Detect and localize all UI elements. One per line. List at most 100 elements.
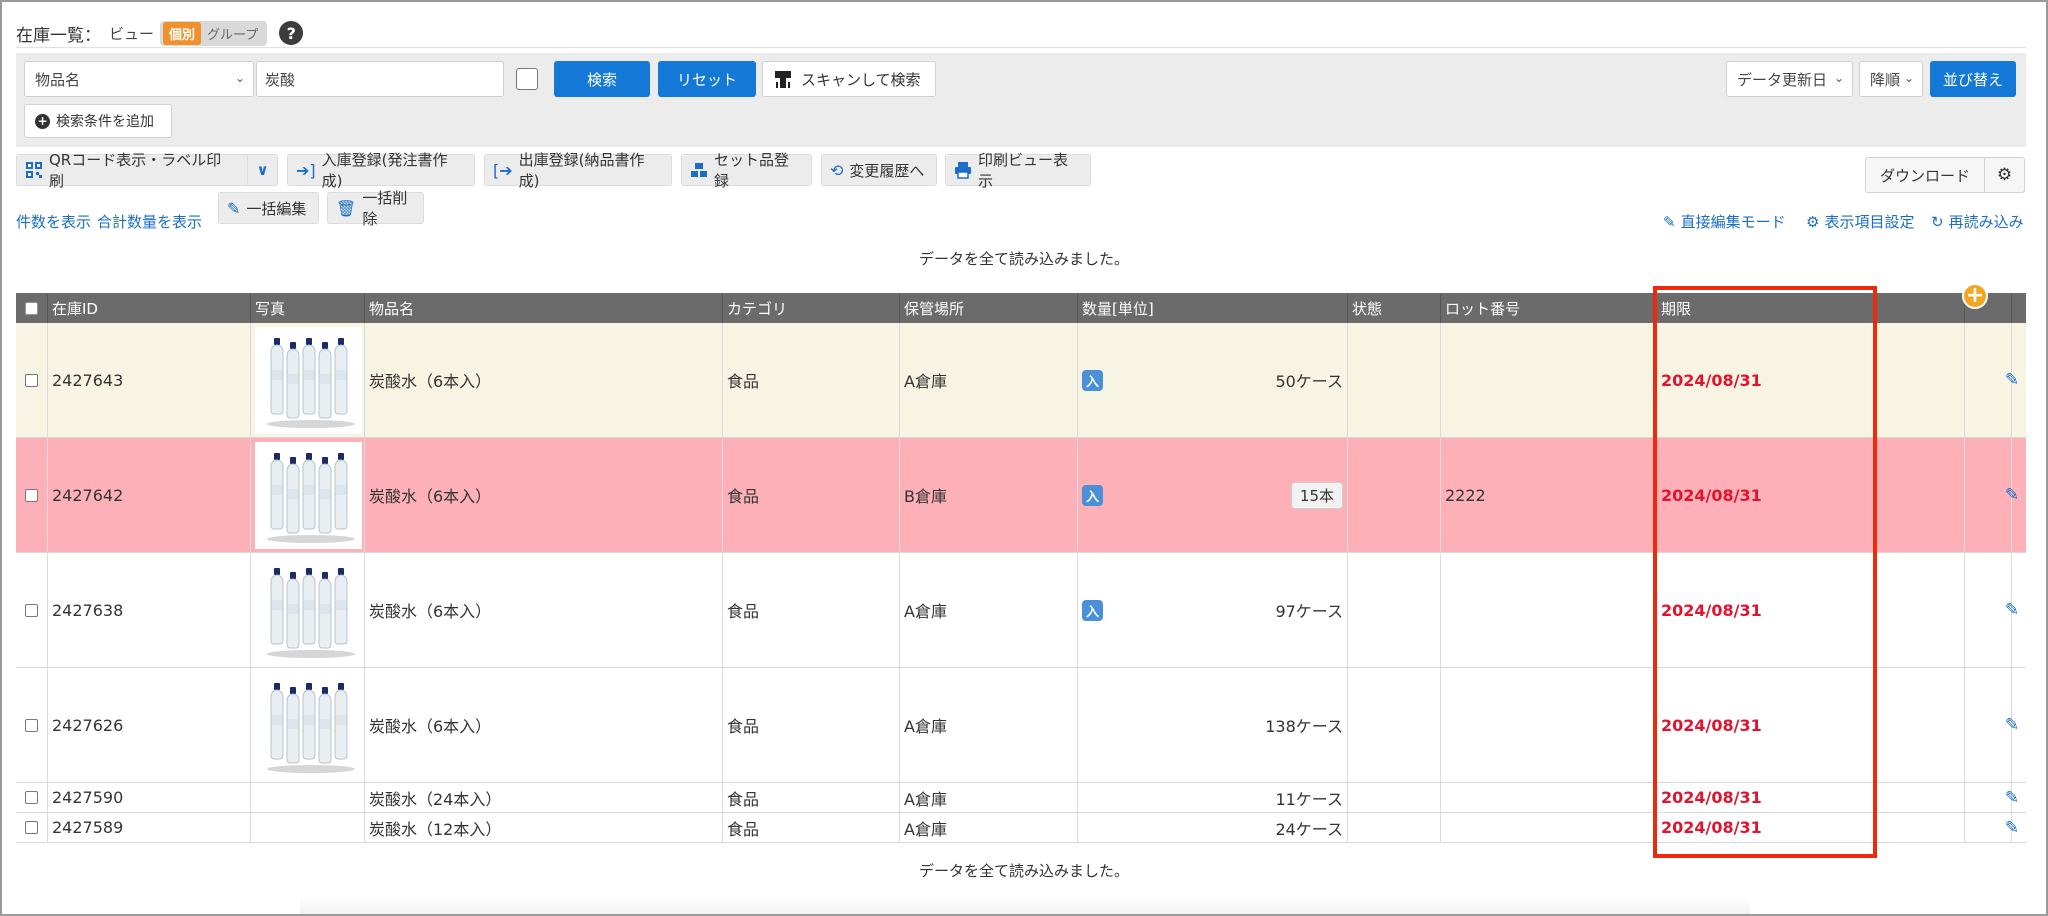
add-condition-button[interactable]: + 検索条件を追加 xyxy=(24,104,172,138)
search-checkbox[interactable] xyxy=(516,68,538,90)
reload-label: 再読み込み xyxy=(1948,213,2024,231)
cell-expiry: 2024/08/31 xyxy=(1657,813,1965,842)
search-button[interactable]: 検索 xyxy=(554,61,650,97)
reset-button[interactable]: リセット xyxy=(658,61,756,97)
cell-quantity: 入 50ケース xyxy=(1078,323,1348,437)
inbound-badge[interactable]: 入 xyxy=(1082,599,1103,621)
product-photo[interactable] xyxy=(255,441,362,549)
view-group-toggle[interactable]: グループ xyxy=(201,22,264,45)
gear-icon[interactable]: ⚙ xyxy=(1984,158,2024,192)
row-checkbox[interactable] xyxy=(25,791,38,804)
pencil-icon[interactable]: ✎ xyxy=(2005,818,2019,838)
cell-location: A倉庫 xyxy=(900,813,1078,842)
status-message-top: データを全て読み込みました。 xyxy=(918,250,1129,268)
direct-edit-link[interactable]: ✎ 直接編集モード xyxy=(1663,211,1786,232)
set-item-label: セット品登録 xyxy=(714,151,790,190)
gear-icon: ⚙ xyxy=(1806,212,1820,231)
cell-lot xyxy=(1441,813,1657,842)
qr-label-button[interactable]: QRコード表示・ラベル印刷 ∨ xyxy=(16,151,278,190)
cell-status xyxy=(1348,668,1441,782)
cell-lot: 2222 xyxy=(1441,438,1657,552)
history-button[interactable]: ⟲ 変更履歴へ xyxy=(821,154,937,186)
sort-order-select[interactable]: 降順 ⌄ xyxy=(1859,61,1923,97)
product-photo[interactable] xyxy=(255,556,362,664)
table-row[interactable]: 2427626 炭酸水（6本入） 食品 A倉庫 138ケース 2024/08/31 ✎ xyxy=(16,668,2026,783)
table-row[interactable]: 2427589 炭酸水（12本入） 食品 A倉庫 24ケース 2024/08/31 ✎ xyxy=(16,813,2026,843)
chevron-down-icon: ⌄ xyxy=(1833,71,1844,85)
add-column-icon[interactable]: + xyxy=(1962,283,1988,309)
history-label: 変更履歴へ xyxy=(849,161,925,180)
trash-icon: 🗑 xyxy=(336,198,357,218)
quantity-value: 97ケース xyxy=(1275,602,1343,621)
cell-photo[interactable] xyxy=(251,553,365,667)
column-header-name[interactable]: 物品名 xyxy=(365,293,723,323)
show-count-link[interactable]: 件数を表示 xyxy=(16,211,91,232)
quantity-value: 11ケース xyxy=(1275,789,1343,809)
outbound-button[interactable]: [➔ 出庫登録(納品書作成) xyxy=(484,151,672,190)
inbound-badge[interactable]: 入 xyxy=(1082,369,1103,391)
inbound-button[interactable]: ➔] 入庫登録(発注書作成) xyxy=(287,151,475,190)
column-header-quantity[interactable]: 数量[単位] xyxy=(1078,293,1348,323)
inbound-badge[interactable]: 入 xyxy=(1082,484,1103,506)
edit-icon: ✎ xyxy=(227,198,241,218)
column-header-location[interactable]: 保管場所 xyxy=(900,293,1078,323)
cell-id: 2427638 xyxy=(48,553,251,667)
cell-id: 2427589 xyxy=(48,813,251,842)
download-group: ダウンロード ⚙ xyxy=(1865,157,2026,193)
status-message-bottom: データを全て読み込みました。 xyxy=(918,862,1129,880)
inbound-label: 入庫登録(発注書作成) xyxy=(321,151,448,190)
pencil-icon[interactable]: ✎ xyxy=(2005,715,2019,735)
row-checkbox[interactable] xyxy=(25,373,38,387)
column-header-id[interactable]: 在庫ID xyxy=(48,293,251,323)
cell-quantity: 入 15本 xyxy=(1078,438,1348,552)
table-row[interactable]: 2427642 炭酸水（6本入） 食品 B倉庫入 15本 2222 2024/08/31 ✎ xyxy=(16,438,2026,553)
row-checkbox[interactable] xyxy=(25,603,38,617)
column-header-photo[interactable]: 写真 xyxy=(251,293,365,323)
chevron-down-icon[interactable]: ∨ xyxy=(247,155,277,185)
select-all-checkbox[interactable] xyxy=(25,301,38,315)
column-header-status[interactable]: 状態 xyxy=(1348,293,1441,323)
row-checkbox[interactable] xyxy=(25,821,38,834)
pencil-icon[interactable]: ✎ xyxy=(2005,370,2019,390)
pencil-icon[interactable]: ✎ xyxy=(2005,485,2019,505)
product-photo[interactable] xyxy=(255,671,362,779)
bulk-edit-button[interactable]: ✎ 一括編集 xyxy=(218,192,319,224)
cell-edit: ✎ xyxy=(1998,813,2026,842)
sort-button[interactable]: 並び替え xyxy=(1930,61,2016,97)
column-header-lot[interactable]: ロット番号 xyxy=(1441,293,1657,323)
show-total-link[interactable]: 合計数量を表示 xyxy=(97,211,202,232)
pencil-icon[interactable]: ✎ xyxy=(2005,600,2019,620)
sort-field-select[interactable]: データ更新日 ⌄ xyxy=(1726,61,1853,97)
direct-edit-label: 直接編集モード xyxy=(1680,213,1786,231)
search-input[interactable]: 炭酸 xyxy=(256,61,504,97)
product-photo-bottles xyxy=(266,683,355,773)
view-individual-toggle[interactable]: 個別 xyxy=(163,21,202,45)
column-settings-link[interactable]: ⚙ 表示項目設定 xyxy=(1806,211,1914,232)
cell-photo[interactable] xyxy=(251,668,365,782)
cell-photo[interactable] xyxy=(251,783,365,812)
row-checkbox[interactable] xyxy=(25,488,38,502)
cell-location: A倉庫 xyxy=(900,783,1078,812)
table-row[interactable]: 2427590 炭酸水（24本入） 食品 A倉庫 11ケース 2024/08/31 ✎ xyxy=(16,783,2026,813)
header-select-all[interactable] xyxy=(16,293,48,323)
cell-photo[interactable] xyxy=(251,813,365,842)
column-header-expiry[interactable]: 期限 xyxy=(1657,293,1965,323)
search-field-select[interactable]: 物品名 ⌄ xyxy=(24,61,254,97)
bulk-delete-button[interactable]: 🗑 一括削除 xyxy=(327,189,424,228)
print-view-button[interactable]: 印刷ビュー表示 xyxy=(945,151,1091,190)
download-button[interactable]: ダウンロード xyxy=(1866,158,1984,192)
table-row[interactable]: 2427643 炭酸水（6本入） 食品 A倉庫入 50ケース 2024/08/31 ✎ xyxy=(16,323,2026,438)
set-item-button[interactable]: セット品登録 xyxy=(681,151,812,190)
product-photo[interactable] xyxy=(255,326,362,434)
help-icon[interactable]: ? xyxy=(279,21,304,45)
reload-link[interactable]: ↻ 再読み込み xyxy=(1931,211,2024,232)
cell-photo[interactable] xyxy=(251,438,365,552)
cell-edit: ✎ xyxy=(1998,438,2026,552)
cell-photo[interactable] xyxy=(251,323,365,437)
table-row[interactable]: 2427638 炭酸水（6本入） 食品 A倉庫入 97ケース 2024/08/31 ✎ xyxy=(16,553,2026,668)
scan-search-button[interactable]: スキャンして検索 xyxy=(762,61,936,97)
row-checkbox[interactable] xyxy=(25,718,38,732)
cell-name: 炭酸水（6本入） xyxy=(365,323,723,437)
column-header-category[interactable]: カテゴリ xyxy=(723,293,900,323)
pencil-icon[interactable]: ✎ xyxy=(2005,788,2019,808)
